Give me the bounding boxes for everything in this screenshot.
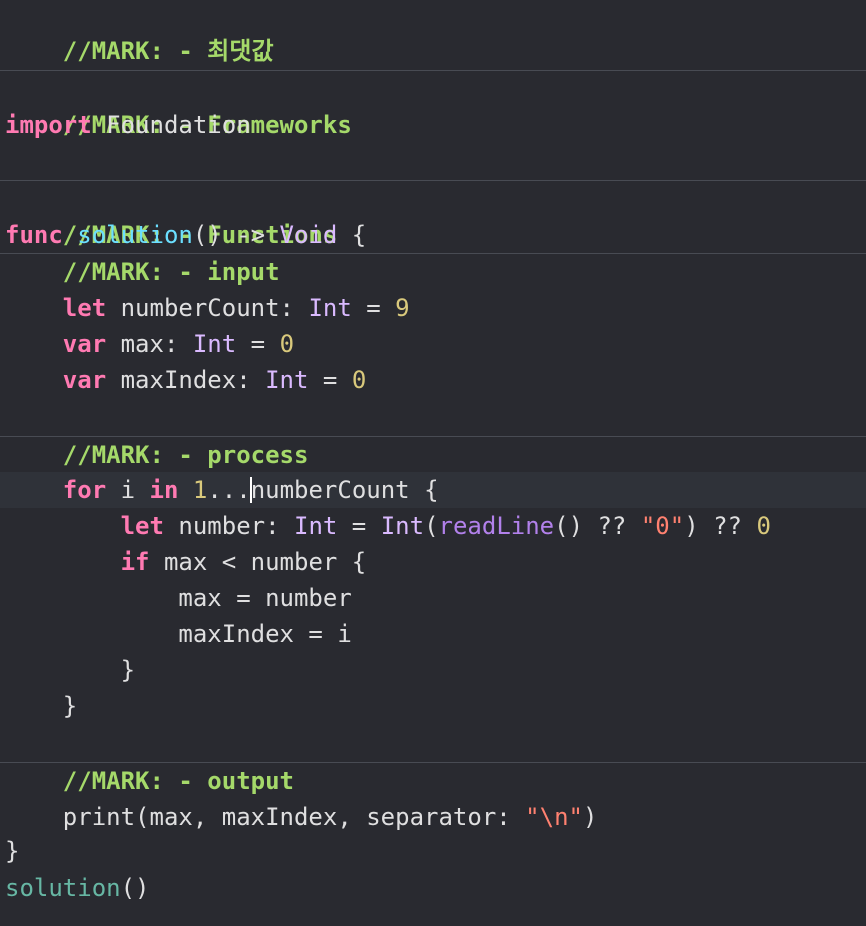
brace-close: }: [120, 656, 136, 684]
identifier: numberCount:: [120, 294, 309, 322]
number-literal: 0: [279, 330, 295, 358]
type-int: Int: [294, 512, 338, 540]
code-line-var-max[interactable]: var max: Int = 0: [5, 326, 294, 362]
identifier: maxIndex:: [120, 366, 266, 394]
identifier: max:: [120, 330, 193, 358]
code-line-if-close[interactable]: }: [5, 652, 135, 688]
code-editor[interactable]: //MARK: - 최댓값 //MARK: - Frameworks impor…: [0, 0, 866, 926]
brace-close: }: [62, 692, 78, 720]
code-line-mark-input[interactable]: //MARK: - input: [5, 254, 280, 290]
keyword-func: func: [5, 221, 63, 249]
range-end: numberCount {: [250, 476, 439, 504]
module-name: Foundation: [106, 111, 251, 139]
mark-comment: //MARK: - input: [62, 258, 280, 286]
int-initializer: Int: [380, 512, 425, 540]
number-literal: 0: [351, 366, 367, 394]
loop-variable: i: [106, 476, 150, 504]
string-literal: "\n": [525, 803, 583, 831]
statement: max = number: [178, 584, 352, 612]
code-line-let-number[interactable]: let number: Int = Int(readLine() ?? "0")…: [5, 508, 771, 544]
code-line-print[interactable]: print(max, maxIndex, separator: "\n"): [5, 799, 598, 835]
number-literal: 9: [395, 294, 410, 322]
nil-coalesce: () ??: [554, 512, 641, 540]
signature-tail: () ->: [192, 221, 280, 249]
keyword-let: let: [62, 294, 107, 322]
operator-assign: =: [308, 366, 352, 394]
operator-assign: =: [236, 330, 280, 358]
code-line-func-decl[interactable]: func solution() -> Void {: [5, 217, 366, 253]
nil-coalesce: ) ??: [684, 512, 757, 540]
mark-comment: //MARK: - output: [62, 767, 294, 795]
code-line-mark-max-value[interactable]: //MARK: - 최댓값: [5, 0, 274, 65]
condition: max < number {: [163, 548, 367, 576]
paren-open: (: [424, 512, 439, 540]
identifier: number:: [178, 512, 294, 540]
mark-comment: //MARK: - 최댓값: [62, 37, 274, 65]
code-line-mark-output[interactable]: //MARK: - output: [5, 763, 294, 799]
brace-open: {: [337, 221, 367, 249]
code-line-let-numbercount[interactable]: let numberCount: Int = 9: [5, 290, 410, 326]
keyword-var: var: [62, 366, 107, 394]
type-int: Int: [192, 330, 237, 358]
keyword-var: var: [62, 330, 107, 358]
type-int: Int: [308, 294, 352, 322]
call-parens: (): [120, 874, 150, 902]
operator-assign: =: [351, 294, 396, 322]
mark-comment: //MARK: - process: [62, 441, 309, 469]
code-line-import[interactable]: import Foundation: [5, 107, 251, 143]
return-type: Void: [279, 221, 338, 249]
number-literal: 1: [192, 476, 208, 504]
code-line-var-maxindex[interactable]: var maxIndex: Int = 0: [5, 362, 366, 398]
code-line-maxindex-assign[interactable]: maxIndex = i: [5, 616, 352, 652]
code-line-mark-process[interactable]: //MARK: - process: [5, 437, 309, 473]
keyword-for: for: [62, 476, 107, 504]
keyword-in: in: [149, 476, 179, 504]
code-line-solution-call[interactable]: solution(): [5, 870, 150, 906]
keyword-let: let: [120, 512, 164, 540]
paren-close: ): [582, 803, 598, 831]
keyword-if: if: [120, 548, 150, 576]
string-literal: "0": [640, 512, 685, 540]
code-line-max-assign[interactable]: max = number: [5, 580, 352, 616]
code-line-for-loop[interactable]: for i in 1...numberCount {: [5, 472, 439, 508]
type-int: Int: [265, 366, 309, 394]
keyword-import: import: [5, 111, 92, 139]
function-name: solution: [77, 221, 193, 249]
operator-assign: =: [337, 512, 381, 540]
brace-close: }: [5, 837, 20, 865]
code-line-if[interactable]: if max < number {: [5, 544, 367, 580]
code-line-mark-frameworks[interactable]: //MARK: - Frameworks: [5, 71, 352, 139]
print-call: print(max, maxIndex, separator:: [62, 803, 526, 831]
function-call: solution: [5, 874, 121, 902]
range-operator: ...: [207, 476, 251, 504]
stdlib-call: readLine: [438, 512, 555, 540]
code-line-for-close[interactable]: }: [5, 688, 77, 724]
code-line-mark-functions[interactable]: //MARK: - Functions: [5, 181, 338, 249]
number-literal: 0: [756, 512, 771, 540]
code-line-func-close[interactable]: }: [5, 833, 19, 869]
statement: maxIndex = i: [178, 620, 352, 648]
